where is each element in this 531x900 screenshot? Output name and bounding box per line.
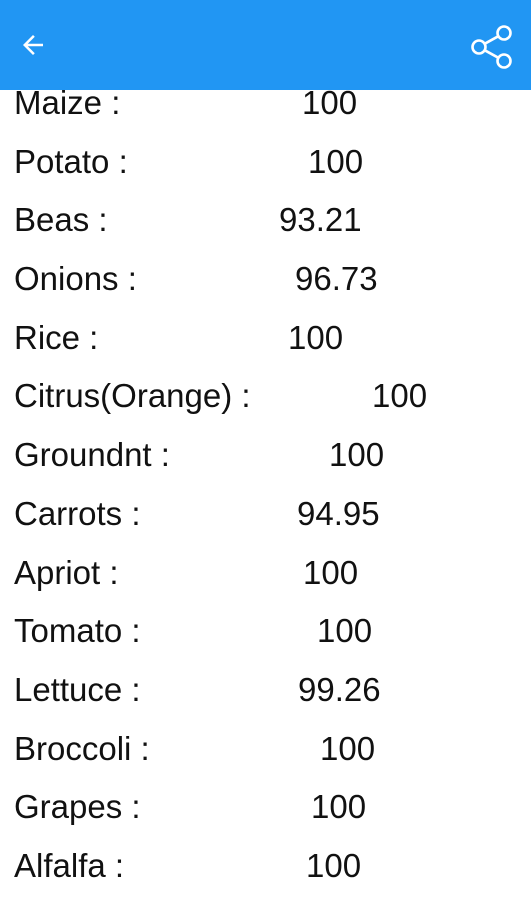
crop-value: 100 (288, 318, 344, 356)
list-item: Grapes : 100 (0, 780, 531, 839)
crop-value: 100 (306, 846, 362, 884)
crop-value: 96.73 (295, 260, 378, 298)
crop-label: Carrots : (14, 494, 141, 532)
crop-value: 99.26 (298, 670, 381, 708)
list-item: Beas : 93.21 (0, 193, 531, 252)
crop-label: Tomato : (14, 612, 141, 650)
list-item: Tomato : 100 (0, 604, 531, 663)
share-icon (471, 25, 512, 69)
crop-label: Broccoli : (14, 729, 150, 767)
crop-value: 100 (317, 612, 373, 650)
crop-label: Potato : (14, 142, 128, 180)
list-item: Broccoli : 100 (0, 722, 531, 781)
list-item: Carrots : 94.95 (0, 487, 531, 546)
list-item: Groundnt : 100 (0, 428, 531, 487)
crop-value: 93.21 (279, 201, 362, 239)
crop-label: Apriot : (14, 553, 119, 591)
crop-value: 100 (311, 788, 367, 826)
crop-label: Grapes : (14, 788, 141, 826)
list-item: Alfalfa : 100 (0, 839, 531, 898)
list-item: Lettuce : 99.26 (0, 663, 531, 722)
crop-label: Alfalfa : (14, 846, 125, 884)
app-screen: Maize : 100 Potato : 100 Beas : 93.21 On… (0, 0, 531, 900)
crop-value: 100 (320, 729, 376, 767)
list-item: Potato : 100 (0, 135, 531, 194)
arrow-left-icon (23, 35, 43, 55)
list-item: Citrus(Orange) : 100 (0, 369, 531, 428)
back-button[interactable] (18, 22, 74, 68)
share-button[interactable] (467, 22, 517, 72)
crop-label: Rice : (14, 318, 99, 356)
list-item: Onions : 96.73 (0, 252, 531, 311)
crop-value: 100 (329, 436, 385, 474)
crop-label: Citrus(Orange) : (14, 377, 251, 415)
crop-label: Lettuce : (14, 670, 141, 708)
crop-value: 94.95 (297, 494, 380, 532)
crop-label: Beas : (14, 201, 108, 239)
crop-label: Onions : (14, 260, 137, 298)
crop-value: 100 (303, 553, 359, 591)
crop-value: 100 (372, 377, 428, 415)
crop-value-list[interactable]: Maize : 100 Potato : 100 Beas : 93.21 On… (0, 76, 531, 900)
top-app-bar (0, 0, 531, 90)
list-item: Rice : 100 (0, 311, 531, 370)
list-item: Apriot : 100 (0, 546, 531, 605)
crop-value: 100 (308, 142, 364, 180)
crop-label: Groundnt : (14, 436, 170, 474)
